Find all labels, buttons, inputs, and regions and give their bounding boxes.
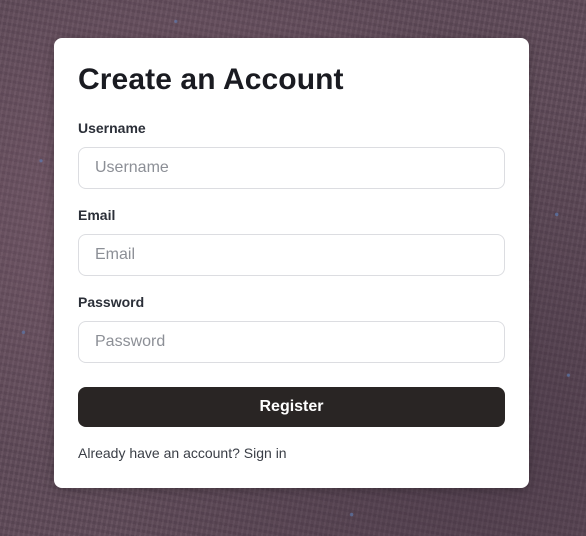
password-input[interactable] [78,321,505,363]
signin-prompt: Already have an account? [78,445,240,461]
username-label: Username [78,120,146,136]
signin-link[interactable]: Sign in [244,445,287,461]
email-label: Email [78,207,116,223]
password-label: Password [78,294,145,310]
page-title: Create an Account [78,63,344,96]
register-button[interactable]: Register [78,387,505,427]
username-input[interactable] [78,147,505,189]
register-card: Create an Account Username Email Passwor… [54,38,529,488]
email-input[interactable] [78,234,505,276]
signin-row: Already have an account? Sign in [78,445,505,461]
